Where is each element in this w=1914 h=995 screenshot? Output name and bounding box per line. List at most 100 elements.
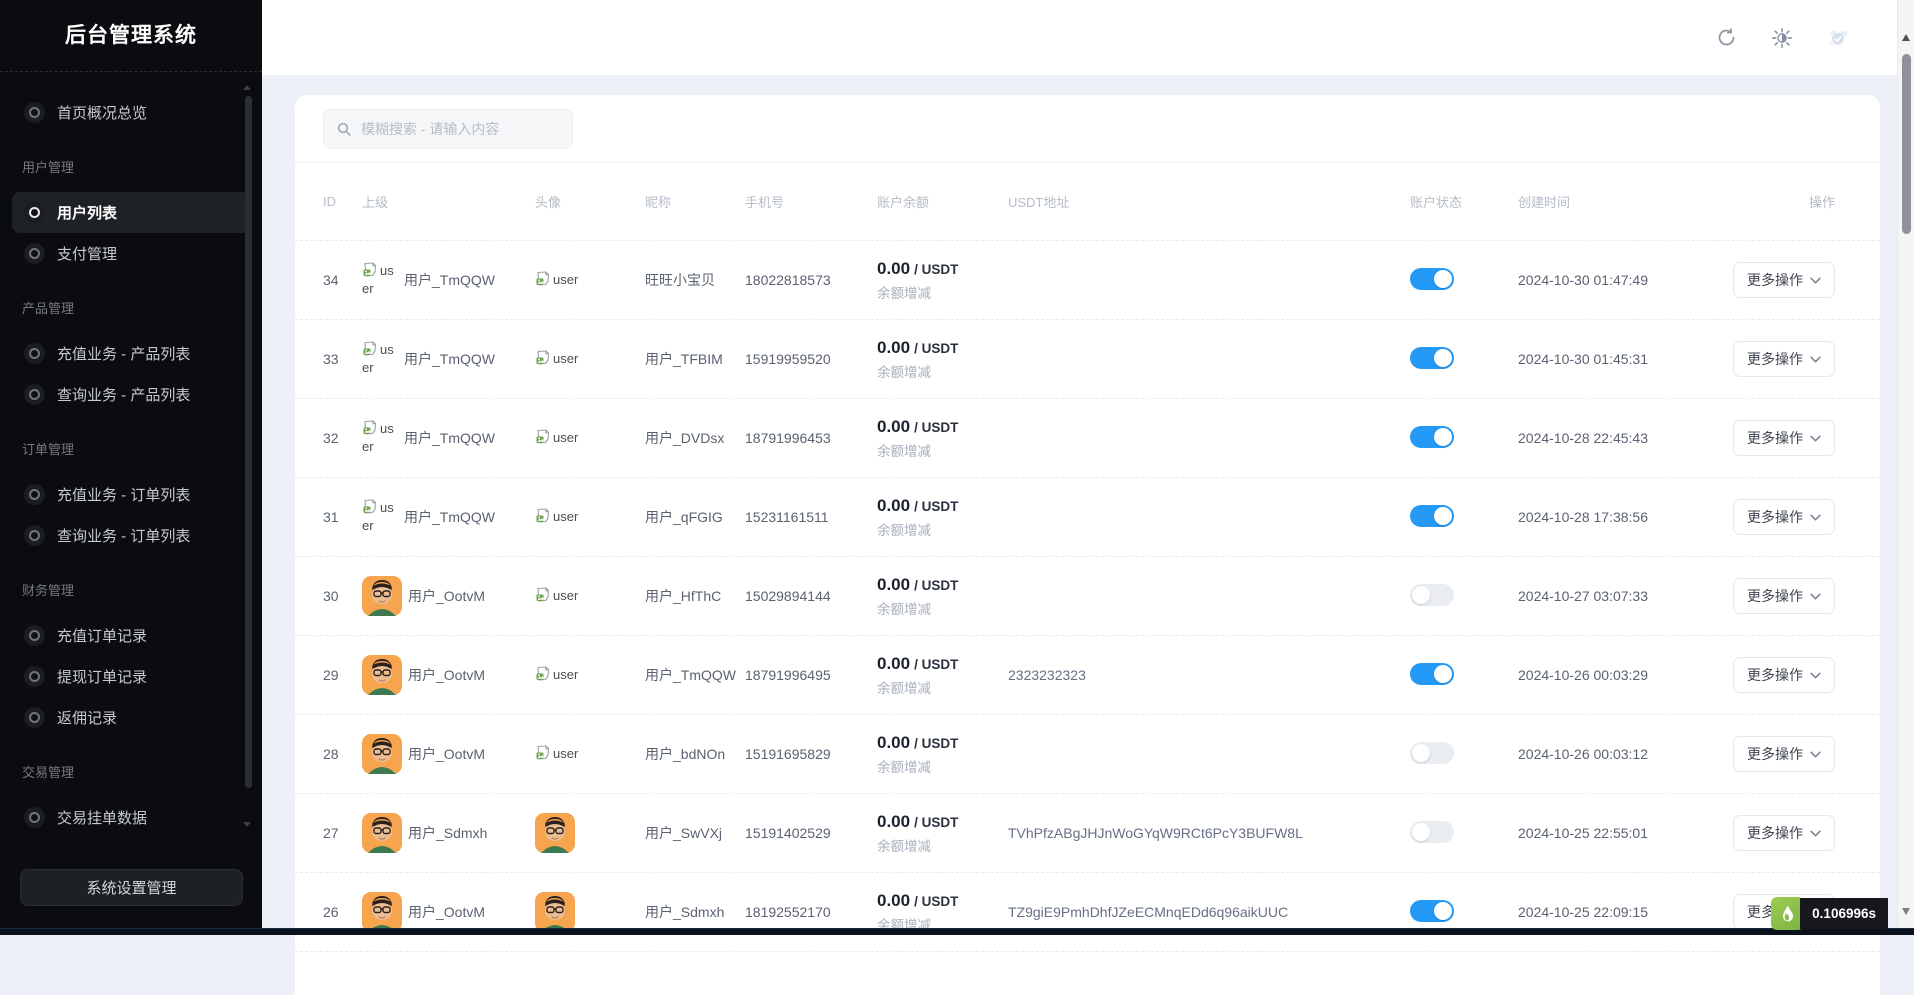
toggle-knob bbox=[1434, 349, 1452, 367]
scrollbar-thumb[interactable] bbox=[1902, 54, 1911, 234]
parent-cell: user 用户_TmQQW bbox=[362, 262, 535, 297]
status-check-icon[interactable] bbox=[1827, 27, 1849, 49]
theme-toggle-icon[interactable] bbox=[1771, 27, 1793, 49]
sidebar-scroll-down-arrow[interactable] bbox=[243, 822, 251, 827]
search-input[interactable] bbox=[361, 121, 560, 137]
refresh-icon[interactable] bbox=[1715, 27, 1737, 49]
debug-toolbar[interactable]: 0.106996s bbox=[1771, 898, 1888, 929]
balance-unit: / USDT bbox=[914, 736, 958, 751]
table-body: 34 user 用户_TmQQW user 旺旺小宝贝 18022818573 … bbox=[295, 241, 1880, 952]
sidebar-item-payment[interactable]: 支付管理 bbox=[12, 233, 250, 274]
account-status-toggle[interactable] bbox=[1410, 584, 1454, 606]
account-status-toggle[interactable] bbox=[1410, 268, 1454, 290]
account-status-toggle[interactable] bbox=[1410, 505, 1454, 527]
nickname: 用户_Sdmxh bbox=[645, 902, 745, 922]
more-actions-button[interactable]: 更多操作 bbox=[1733, 420, 1835, 456]
sidebar-item-home[interactable]: 首页概况总览 bbox=[12, 92, 250, 133]
more-actions-label: 更多操作 bbox=[1747, 744, 1803, 764]
more-actions-button[interactable]: 更多操作 bbox=[1733, 578, 1835, 614]
col-actions: 操作 bbox=[1809, 192, 1835, 211]
broken-image-icon bbox=[535, 350, 551, 366]
sidebar-item-label: 首页概况总览 bbox=[57, 102, 147, 123]
scroll-up-arrow[interactable] bbox=[1902, 34, 1910, 41]
more-actions-button[interactable]: 更多操作 bbox=[1733, 262, 1835, 298]
balance-adjust-link[interactable]: 余额增减 bbox=[877, 519, 1008, 539]
usdt-address: TZ9giE9PmhDhfJZeECMnqEDd6q96aikUUC bbox=[1008, 904, 1410, 920]
sidebar-item-query-products[interactable]: 查询业务 - 产品列表 bbox=[12, 374, 250, 415]
scroll-down-arrow[interactable] bbox=[1902, 908, 1910, 915]
more-actions-label: 更多操作 bbox=[1747, 586, 1803, 606]
parent-name: 用户_OotvM bbox=[408, 586, 485, 606]
balance-value: 0.00 bbox=[877, 891, 910, 910]
more-actions-button[interactable]: 更多操作 bbox=[1733, 657, 1835, 693]
sidebar-item-query-orders[interactable]: 查询业务 - 订单列表 bbox=[12, 515, 250, 556]
balance-adjust-link[interactable]: 余额增减 bbox=[877, 756, 1008, 776]
nickname: 用户_TmQQW bbox=[645, 665, 745, 685]
table-row: 33 user 用户_TmQQW user 用户_TFBIM 159199595… bbox=[295, 320, 1880, 399]
chevron-down-icon bbox=[1810, 435, 1821, 442]
account-status-toggle[interactable] bbox=[1410, 663, 1454, 685]
sidebar-item-rebate-records[interactable]: 返佣记录 bbox=[12, 697, 250, 738]
sidebar-item-user-list[interactable]: 用户列表 bbox=[12, 192, 250, 233]
avatar-cell: user bbox=[535, 745, 645, 763]
broken-image-placeholder: user bbox=[535, 667, 578, 682]
sidebar-item-withdraw-records[interactable]: 提现订单记录 bbox=[12, 656, 250, 697]
balance-cell: 0.00/ USDT 余额增减 bbox=[877, 259, 1008, 302]
avatar-cell bbox=[535, 892, 645, 932]
sidebar-scrollbar[interactable] bbox=[245, 96, 252, 788]
user-list-card: ID 上级 头像 昵称 手机号 账户余额 USDT地址 账户状态 创建时间 操作… bbox=[295, 95, 1880, 995]
parent-cell: user 用户_TmQQW bbox=[362, 499, 535, 534]
more-actions-label: 更多操作 bbox=[1747, 823, 1803, 843]
sidebar-item-label: 支付管理 bbox=[57, 243, 117, 264]
more-actions-button[interactable]: 更多操作 bbox=[1733, 341, 1835, 377]
broken-image-alt-text: user bbox=[553, 509, 578, 524]
sidebar-item-recharge-records[interactable]: 充值订单记录 bbox=[12, 615, 250, 656]
parent-cell: 用户_OotvM bbox=[362, 892, 535, 932]
user-avatar-image bbox=[362, 813, 402, 853]
phone-number: 15029894144 bbox=[745, 588, 877, 604]
table-row: 27 用户_Sdmxh 用户_SwVXj 15191402529 0.00/ U… bbox=[295, 794, 1880, 873]
status-cell bbox=[1410, 584, 1518, 609]
more-actions-label: 更多操作 bbox=[1747, 665, 1803, 685]
balance-adjust-link[interactable]: 余额增减 bbox=[877, 677, 1008, 697]
col-parent: 上级 bbox=[362, 192, 535, 211]
phone-number: 15191695829 bbox=[745, 746, 877, 762]
more-actions-button[interactable]: 更多操作 bbox=[1733, 499, 1835, 535]
status-cell bbox=[1410, 900, 1518, 925]
system-settings-button[interactable]: 系统设置管理 bbox=[20, 869, 243, 906]
more-actions-button[interactable]: 更多操作 bbox=[1733, 815, 1835, 851]
account-status-toggle[interactable] bbox=[1410, 900, 1454, 922]
balance-cell: 0.00/ USDT 余额增减 bbox=[877, 812, 1008, 855]
sidebar-scroll-up-arrow[interactable] bbox=[243, 85, 251, 90]
sidebar-item-trade-orders[interactable]: 交易挂单数据 bbox=[12, 797, 250, 838]
balance-cell: 0.00/ USDT 余额增减 bbox=[877, 338, 1008, 381]
user-id: 27 bbox=[323, 825, 362, 841]
table-row: 31 user 用户_TmQQW user 用户_qFGIG 152311615… bbox=[295, 478, 1880, 557]
page-scrollbar[interactable] bbox=[1897, 0, 1914, 935]
more-actions-button[interactable]: 更多操作 bbox=[1733, 736, 1835, 772]
parent-name: 用户_TmQQW bbox=[404, 507, 495, 527]
table-row: 26 用户_OotvM 用户_Sdmxh 18192552170 0.00/ U… bbox=[295, 873, 1880, 952]
user-avatar-image bbox=[362, 734, 402, 774]
account-status-toggle[interactable] bbox=[1410, 742, 1454, 764]
broken-image-alt-text: user bbox=[553, 746, 578, 761]
menu-bullet-icon bbox=[24, 666, 45, 687]
balance-adjust-link[interactable]: 余额增减 bbox=[877, 835, 1008, 855]
search-box[interactable] bbox=[323, 109, 573, 149]
parent-cell: user 用户_TmQQW bbox=[362, 341, 535, 376]
balance-adjust-link[interactable]: 余额增减 bbox=[877, 440, 1008, 460]
balance-adjust-link[interactable]: 余额增减 bbox=[877, 361, 1008, 381]
balance-adjust-link[interactable]: 余额增减 bbox=[877, 598, 1008, 618]
account-status-toggle[interactable] bbox=[1410, 821, 1454, 843]
user-avatar-image bbox=[535, 813, 575, 853]
account-status-toggle[interactable] bbox=[1410, 347, 1454, 369]
account-status-toggle[interactable] bbox=[1410, 426, 1454, 448]
balance-adjust-link[interactable]: 余额增减 bbox=[877, 282, 1008, 302]
balance-unit: / USDT bbox=[914, 578, 958, 593]
sidebar-item-recharge-orders[interactable]: 充值业务 - 订单列表 bbox=[12, 474, 250, 515]
sidebar-item-recharge-products[interactable]: 充值业务 - 产品列表 bbox=[12, 333, 250, 374]
actions-cell: 更多操作 bbox=[1733, 499, 1835, 535]
balance-unit: / USDT bbox=[914, 262, 958, 277]
parent-name: 用户_OotvM bbox=[408, 665, 485, 685]
user-id: 30 bbox=[323, 588, 362, 604]
